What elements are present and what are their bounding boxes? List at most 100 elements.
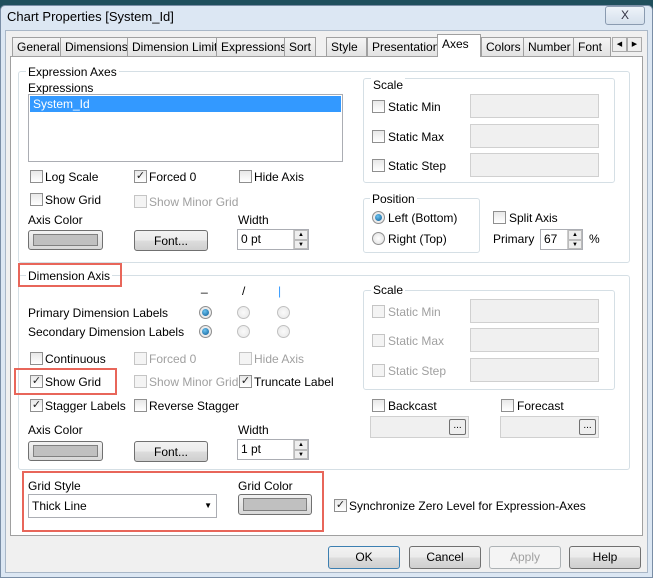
grid-style-dropdown[interactable]: Thick Line ▼: [28, 494, 217, 518]
tab-colors[interactable]: Colors: [481, 37, 526, 56]
static-step-checkbox[interactable]: [372, 159, 385, 172]
primary-input[interactable]: 67 ▲ ▼: [540, 229, 583, 250]
static-max-input[interactable]: [470, 124, 599, 148]
grid-color-label: Grid Color: [238, 479, 293, 493]
show-minor-grid-checkbox[interactable]: [134, 195, 147, 208]
percent-label: %: [589, 232, 600, 246]
static-step-input[interactable]: [470, 153, 599, 177]
dim-static-max-checkbox[interactable]: [372, 334, 385, 347]
stagger-labels-checkbox[interactable]: ✓: [30, 399, 43, 412]
dim-static-step-label: Static Step: [388, 364, 447, 378]
static-max-checkbox[interactable]: [372, 130, 385, 143]
position-right-radio[interactable]: [372, 232, 385, 245]
secondary-diagonal-radio[interactable]: [237, 325, 250, 338]
static-min-checkbox[interactable]: [372, 100, 385, 113]
truncate-label-label: Truncate Label: [254, 375, 334, 389]
reverse-stagger-checkbox[interactable]: [134, 399, 147, 412]
dim-width-label: Width: [238, 423, 269, 437]
apply-button[interactable]: Apply: [489, 546, 561, 569]
primary-horizontal-radio[interactable]: [199, 306, 212, 319]
help-button[interactable]: Help: [569, 546, 641, 569]
width-input[interactable]: 0 pt ▲ ▼: [237, 229, 309, 250]
dim-static-min-label: Static Min: [388, 305, 441, 319]
show-minor-grid-label: Show Minor Grid: [149, 195, 239, 209]
continuous-label: Continuous: [45, 352, 106, 366]
highlight-dimension-axis: [18, 263, 122, 287]
sync-zero-label: Synchronize Zero Level for Expression-Ax…: [349, 499, 586, 513]
truncate-label-checkbox[interactable]: ✓: [239, 375, 252, 388]
dim-scale-title: Scale: [371, 283, 406, 297]
position-left-radio[interactable]: [372, 211, 385, 224]
forecast-label: Forecast: [517, 399, 564, 413]
cancel-button[interactable]: Cancel: [409, 546, 481, 569]
grid-color-button[interactable]: [238, 494, 312, 515]
dim-width-spinner[interactable]: ▲ ▼: [293, 440, 308, 459]
primary-vertical-radio[interactable]: [277, 306, 290, 319]
primary-diagonal-radio[interactable]: [237, 306, 250, 319]
dim-static-min-checkbox[interactable]: [372, 305, 385, 318]
tab-general[interactable]: General: [12, 37, 65, 56]
forecast-input[interactable]: ...: [500, 416, 599, 438]
primary-dimension-labels: Primary Dimension Labels: [28, 306, 169, 320]
tab-font[interactable]: Font: [573, 37, 611, 56]
static-min-input[interactable]: [470, 94, 599, 118]
expression-item[interactable]: System_Id: [30, 96, 341, 112]
tab-number[interactable]: Number: [523, 37, 576, 56]
primary-label: Primary: [493, 232, 535, 246]
width-spinner[interactable]: ▲ ▼: [293, 230, 308, 249]
dim-hide-axis-checkbox[interactable]: [239, 352, 252, 365]
position-left-label: Left (Bottom): [388, 211, 458, 225]
dim-static-max-input[interactable]: [470, 328, 599, 352]
tab-scroll-left-icon[interactable]: ◀: [612, 37, 627, 52]
tab-dimension-limits[interactable]: Dimension Limits: [127, 37, 229, 56]
axis-color-button[interactable]: [28, 230, 103, 250]
dim-font-button[interactable]: Font...: [134, 441, 208, 462]
ok-button[interactable]: OK: [328, 546, 400, 569]
forecast-checkbox[interactable]: [501, 399, 514, 412]
dim-show-minor-grid-checkbox[interactable]: [134, 375, 147, 388]
tab-presentation[interactable]: Presentation: [367, 37, 445, 56]
scale-title: Scale: [371, 78, 406, 92]
forced0-checkbox[interactable]: ✓: [134, 170, 147, 183]
secondary-vertical-radio[interactable]: [277, 325, 290, 338]
sync-zero-checkbox[interactable]: ✓: [334, 499, 347, 512]
expressions-list[interactable]: System_Id: [28, 94, 343, 162]
highlight-show-grid: [14, 368, 117, 395]
secondary-horizontal-radio[interactable]: [199, 325, 212, 338]
tab-dimensions[interactable]: Dimensions: [60, 37, 133, 56]
dim-forced0-checkbox[interactable]: [134, 352, 147, 365]
width-label: Width: [238, 213, 269, 227]
hide-axis-checkbox[interactable]: [239, 170, 252, 183]
secondary-dimension-labels: Secondary Dimension Labels: [28, 325, 185, 339]
dim-show-minor-grid-label: Show Minor Grid: [149, 375, 239, 389]
tab-expressions[interactable]: Expressions: [216, 37, 292, 56]
primary-value: 67: [544, 232, 558, 246]
dim-forced0-label: Forced 0: [149, 352, 197, 366]
split-axis-checkbox[interactable]: [493, 211, 506, 224]
log-scale-checkbox[interactable]: [30, 170, 43, 183]
show-grid-checkbox[interactable]: [30, 193, 43, 206]
backcast-input[interactable]: ...: [370, 416, 469, 438]
dim-axis-color-button[interactable]: [28, 441, 103, 461]
continuous-checkbox[interactable]: [30, 352, 43, 365]
dim-width-input[interactable]: 1 pt ▲ ▼: [237, 439, 309, 460]
tab-style[interactable]: Style: [326, 37, 367, 56]
dim-static-min-input[interactable]: [470, 299, 599, 323]
forecast-ellipsis-button[interactable]: ...: [579, 419, 596, 435]
hide-axis-label: Hide Axis: [254, 170, 305, 184]
static-step-label: Static Step: [388, 159, 447, 173]
grid-style-value: Thick Line: [32, 499, 87, 513]
close-button[interactable]: X: [605, 6, 645, 25]
tab-scroll-right-icon[interactable]: ▶: [627, 37, 642, 52]
font-button[interactable]: Font...: [134, 230, 208, 251]
dim-static-step-input[interactable]: [470, 358, 599, 382]
orient-vertical-header: |: [278, 284, 282, 298]
backcast-ellipsis-button[interactable]: ...: [449, 419, 466, 435]
tab-axes[interactable]: Axes: [437, 34, 481, 57]
position-title: Position: [370, 192, 417, 206]
dim-static-step-checkbox[interactable]: [372, 364, 385, 377]
primary-spinner[interactable]: ▲ ▼: [567, 230, 582, 249]
backcast-checkbox[interactable]: [372, 399, 385, 412]
position-right-label: Right (Top): [388, 232, 447, 246]
tab-sort[interactable]: Sort: [284, 37, 317, 56]
